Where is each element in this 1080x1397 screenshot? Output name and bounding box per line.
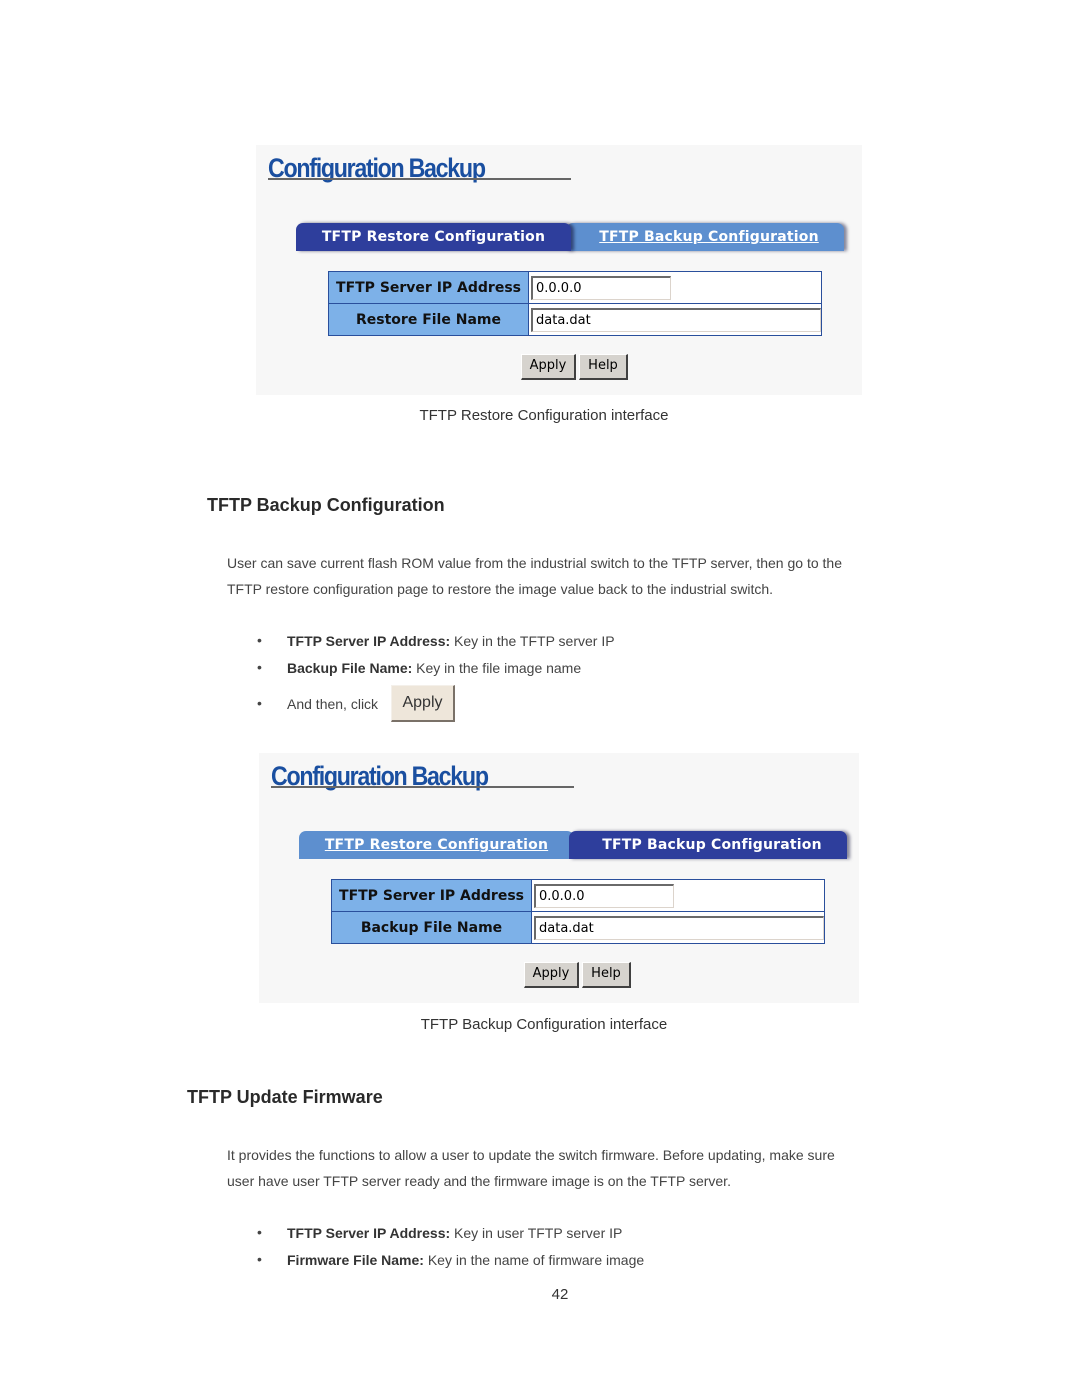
bullet-icon: • bbox=[257, 1251, 262, 1267]
paragraph-line: User can save current flash ROM value fr… bbox=[227, 555, 842, 571]
bullet-icon: • bbox=[257, 632, 262, 648]
form-value-cell bbox=[531, 911, 825, 944]
page-number: 42 bbox=[551, 1286, 569, 1303]
form-row: Backup File Name bbox=[331, 911, 825, 944]
title-underline bbox=[271, 786, 574, 788]
bullet-icon: • bbox=[257, 695, 262, 711]
help-button[interactable]: Help bbox=[579, 354, 628, 380]
restore-file-name-label: Restore File Name bbox=[328, 303, 529, 336]
tftp-server-ip-label: TFTP Server IP Address bbox=[328, 271, 529, 304]
backup-file-name-input[interactable] bbox=[534, 915, 824, 940]
bullet-term: Firmware File Name: bbox=[287, 1252, 424, 1268]
tftp-server-ip-input[interactable] bbox=[531, 275, 671, 300]
tftp-server-ip-input[interactable] bbox=[534, 883, 674, 908]
tab-bar: TFTP Restore Configuration TFTP Backup C… bbox=[296, 223, 848, 251]
paragraph-line: It provides the functions to allow a use… bbox=[227, 1147, 835, 1163]
tab-tftp-restore-configuration[interactable]: TFTP Restore Configuration bbox=[299, 831, 574, 859]
tab-bar: TFTP Restore Configuration TFTP Backup C… bbox=[299, 831, 851, 859]
form-row: TFTP Server IP Address bbox=[331, 879, 825, 912]
section-heading-backup: TFTP Backup Configuration bbox=[207, 495, 445, 515]
restore-config-screenshot: Configuration Backup TFTP Restore Config… bbox=[256, 145, 862, 395]
backup-form: TFTP Server IP Address Backup File Name bbox=[331, 879, 825, 944]
section-heading-firmware: TFTP Update Firmware bbox=[187, 1087, 383, 1107]
bullet-item: TFTP Server IP Address: Key in user TFTP… bbox=[287, 1225, 622, 1241]
bullet-item: Firmware File Name: Key in the name of f… bbox=[287, 1252, 644, 1268]
bullet-item: Backup File Name: Key in the file image … bbox=[287, 660, 581, 676]
restore-figure-caption: TFTP Restore Configuration interface bbox=[419, 407, 669, 424]
backup-file-name-label: Backup File Name bbox=[331, 911, 532, 944]
tftp-server-ip-label: TFTP Server IP Address bbox=[331, 879, 532, 912]
tab-tftp-backup-configuration[interactable]: TFTP Backup Configuration bbox=[569, 831, 847, 859]
form-row: TFTP Server IP Address bbox=[328, 271, 822, 304]
form-value-cell bbox=[528, 303, 822, 336]
bullet-icon: • bbox=[257, 659, 262, 675]
paragraph-line: user have user TFTP server ready and the… bbox=[227, 1173, 731, 1189]
backup-paragraph: User can save current flash ROM value fr… bbox=[227, 550, 897, 602]
bullet-term: TFTP Server IP Address: bbox=[287, 1225, 451, 1241]
bullet-item: TFTP Server IP Address: Key in the TFTP … bbox=[287, 633, 615, 649]
form-value-cell bbox=[528, 271, 822, 304]
backup-figure-caption: TFTP Backup Configuration interface bbox=[420, 1016, 668, 1033]
tab-tftp-backup-configuration[interactable]: TFTP Backup Configuration bbox=[566, 223, 844, 251]
bullet-item: And then, click bbox=[287, 696, 378, 712]
bullet-desc: And then, click bbox=[287, 696, 379, 712]
restore-file-name-input[interactable] bbox=[531, 307, 821, 332]
apply-button[interactable]: Apply bbox=[521, 354, 576, 380]
form-row: Restore File Name bbox=[328, 303, 822, 336]
backup-config-screenshot: Configuration Backup TFTP Restore Config… bbox=[259, 753, 859, 1003]
bullet-desc: Key in the TFTP server IP bbox=[450, 633, 615, 649]
tab-tftp-restore-configuration[interactable]: TFTP Restore Configuration bbox=[296, 223, 571, 251]
firmware-paragraph: It provides the functions to allow a use… bbox=[227, 1142, 897, 1194]
apply-button[interactable]: Apply bbox=[524, 962, 579, 988]
paragraph-line: TFTP restore configuration page to resto… bbox=[227, 581, 774, 597]
bullet-icon: • bbox=[257, 1224, 262, 1240]
restore-form: TFTP Server IP Address Restore File Name bbox=[328, 271, 822, 336]
inline-apply-button-image: Apply bbox=[391, 685, 455, 722]
bullet-desc: Key in the file image name bbox=[412, 660, 582, 676]
bullet-term: Backup File Name: bbox=[287, 660, 413, 676]
bullet-term: TFTP Server IP Address: bbox=[287, 633, 451, 649]
title-underline bbox=[268, 178, 571, 180]
bullet-desc: Key in the name of firmware image bbox=[423, 1252, 645, 1268]
bullet-desc: Key in user TFTP server IP bbox=[450, 1225, 623, 1241]
form-value-cell bbox=[531, 879, 825, 912]
help-button[interactable]: Help bbox=[582, 962, 631, 988]
